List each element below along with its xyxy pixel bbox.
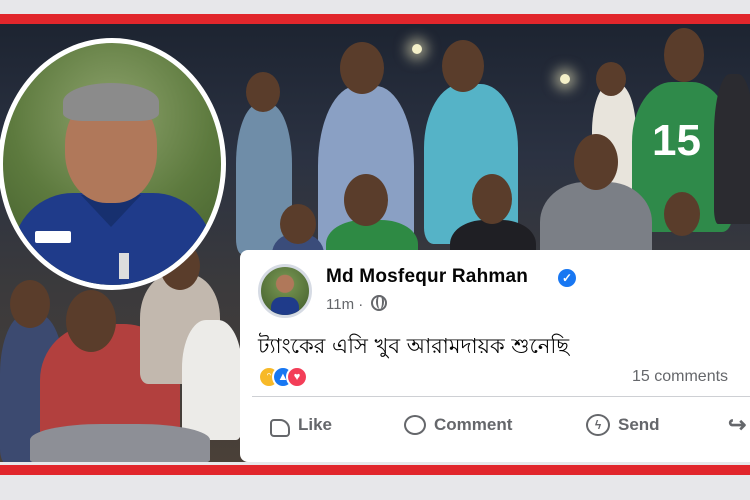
author-avatar[interactable] xyxy=(258,264,312,318)
person-head xyxy=(472,174,512,224)
person-head xyxy=(596,62,626,96)
love-reaction-icon: ♥ xyxy=(286,366,308,388)
share-button[interactable]: ↪ xyxy=(728,408,750,442)
like-label: Like xyxy=(298,415,333,434)
post-text: ট্যাংকের এসি খুব আরামদায়ক শুনেছি xyxy=(258,334,570,358)
person-head xyxy=(280,204,316,244)
comment-button[interactable]: Comment xyxy=(404,408,512,442)
person-head xyxy=(664,192,700,236)
officer-hair xyxy=(63,83,159,121)
post-time[interactable]: 11m xyxy=(326,296,354,313)
street-light xyxy=(560,74,570,84)
facebook-post-card: Md Mosfequr Rahman ✓ 11m · ট্যাংকের এসি … xyxy=(240,250,750,462)
meta-dot: · xyxy=(358,296,368,313)
jersey-number: 15 xyxy=(652,116,701,165)
divider xyxy=(252,396,750,397)
person-head xyxy=(344,174,388,226)
comment-bubble-icon xyxy=(404,415,426,435)
person-head xyxy=(574,134,618,190)
comments-count[interactable]: 15 comments xyxy=(632,368,728,386)
person-head xyxy=(10,280,50,328)
like-button[interactable]: Like xyxy=(270,408,332,442)
person-head xyxy=(340,42,384,94)
comment-label: Comment xyxy=(434,415,513,434)
person xyxy=(714,74,750,224)
person-head xyxy=(664,28,704,82)
name-tag xyxy=(35,231,71,243)
id-badge xyxy=(119,253,129,279)
share-arrow-icon: ↪ xyxy=(728,412,747,437)
post-meta: 11m · xyxy=(326,295,388,313)
thumbs-up-icon xyxy=(270,419,290,437)
avatar-uniform xyxy=(271,297,299,315)
globe-icon[interactable] xyxy=(371,295,388,311)
person-head xyxy=(66,290,116,352)
post-actions: Like Comment ϟ Send ↪ xyxy=(240,408,750,442)
messenger-icon: ϟ xyxy=(586,414,610,436)
person-legs xyxy=(30,424,210,464)
author-name[interactable]: Md Mosfequr Rahman xyxy=(326,266,528,288)
street-light xyxy=(412,44,422,54)
send-label: Send xyxy=(618,415,660,434)
officer-portrait xyxy=(0,38,226,290)
person-head xyxy=(442,40,484,92)
bottom-red-border xyxy=(0,462,750,500)
person xyxy=(182,320,242,440)
verified-check-icon: ✓ xyxy=(558,269,576,287)
news-graphic: 15 Md Mosfequr Rahman ✓ 11m · ট্যাংকের এ… xyxy=(0,0,750,500)
person-head xyxy=(246,72,280,112)
send-button[interactable]: ϟ Send xyxy=(586,408,660,442)
